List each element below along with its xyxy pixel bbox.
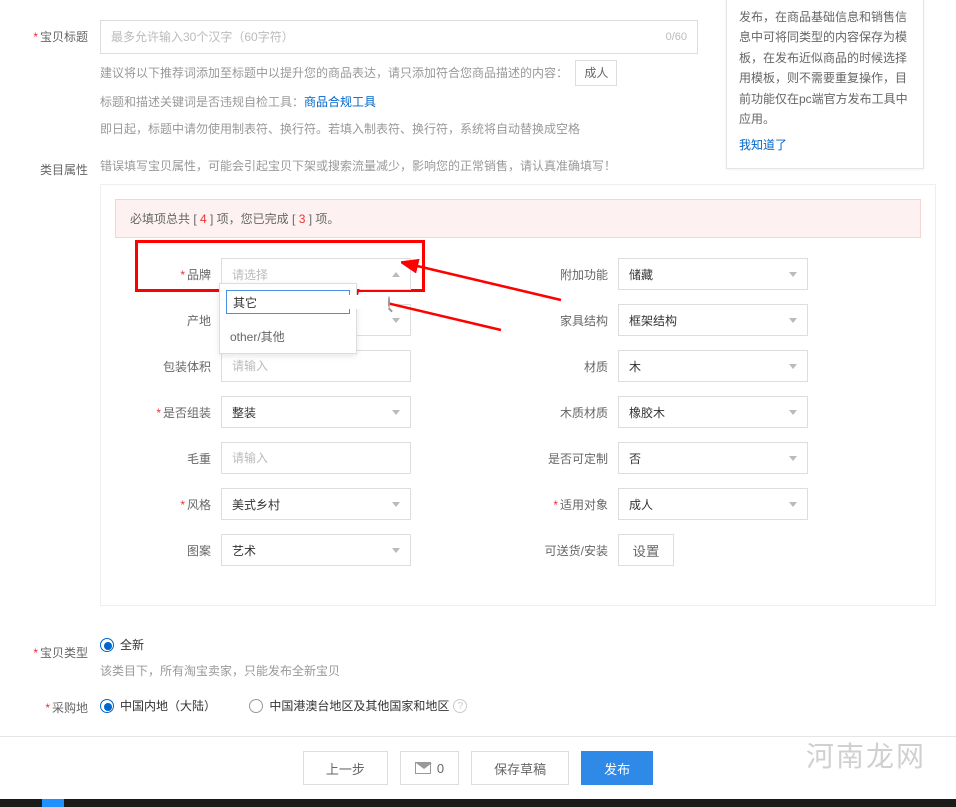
help-icon[interactable]: ? (453, 699, 467, 713)
info-panel-text: 发布，在商品基础信息和销售信息中可将同类型的内容保存为模板，在发布近似商品的时候… (739, 10, 908, 126)
chevron-up-icon (392, 272, 400, 277)
brand-label: *品牌 (121, 266, 221, 283)
compliance-tool-link[interactable]: 商品合规工具 (304, 95, 376, 109)
material-label: 材质 (518, 358, 618, 375)
chevron-down-icon (392, 410, 400, 415)
structure-label: 家具结构 (518, 312, 618, 329)
prev-step-button[interactable]: 上一步 (303, 751, 388, 785)
weight-input[interactable] (221, 442, 411, 474)
save-draft-button[interactable]: 保存草稿 (471, 751, 569, 785)
pattern-label: 图案 (121, 542, 221, 559)
message-count: 0 (437, 761, 444, 776)
chevron-down-icon (789, 456, 797, 461)
title-input-wrap[interactable]: 0/60 (100, 20, 698, 54)
weight-label: 毛重 (121, 450, 221, 467)
type-hint: 该类目下，所有淘宝卖家，只能发布全新宝贝 (100, 661, 936, 681)
origin-label: 产地 (121, 312, 221, 329)
loc-overseas-radio[interactable]: 中国港澳台地区及其他国家和地区 ? (249, 697, 467, 714)
suggested-keyword-tag[interactable]: 成人 (575, 60, 617, 86)
pack-vol-label: 包装体积 (121, 358, 221, 375)
taskbar (0, 799, 956, 807)
pattern-select[interactable]: 艺术 (221, 534, 411, 566)
pack-vol-input[interactable] (221, 350, 411, 382)
required-progress-bar: 必填项总共 [ 4 ] 项，您已完成 [ 3 ] 项。 (115, 199, 921, 238)
wood-select[interactable]: 橡胶木 (618, 396, 808, 428)
message-button[interactable]: 0 (400, 751, 459, 785)
chevron-down-icon (392, 548, 400, 553)
i-know-link[interactable]: 我知道了 (739, 135, 787, 155)
custom-label: 是否可定制 (518, 450, 618, 467)
style-select[interactable]: 美式乡村 (221, 488, 411, 520)
purchase-loc-label: *采购地 (20, 691, 100, 716)
loc-mainland-radio[interactable]: 中国内地（大陆） (100, 697, 216, 714)
taskbar-active-icon (42, 799, 64, 807)
item-type-label: *宝贝类型 (20, 636, 100, 681)
addon-select[interactable]: 储藏 (618, 258, 808, 290)
target-select[interactable]: 成人 (618, 488, 808, 520)
radio-icon (100, 699, 114, 713)
title-counter: 0/60 (666, 31, 687, 43)
chevron-down-icon (789, 318, 797, 323)
material-select[interactable]: 木 (618, 350, 808, 382)
radio-icon (249, 699, 263, 713)
publish-button[interactable]: 发布 (581, 751, 653, 785)
type-new-radio[interactable]: 全新 (100, 636, 144, 653)
target-label: *适用对象 (518, 496, 618, 513)
mail-icon (415, 762, 431, 774)
wood-label: 木质材质 (518, 404, 618, 421)
chevron-down-icon (392, 318, 400, 323)
title-label: *宝贝标题 (20, 20, 100, 139)
delivery-set-button[interactable]: 设置 (618, 534, 674, 566)
assembly-label: *是否组装 (121, 404, 221, 421)
assembly-select[interactable]: 整装 (221, 396, 411, 428)
structure-select[interactable]: 框架结构 (618, 304, 808, 336)
template-info-panel: 发布，在商品基础信息和销售信息中可将同类型的内容保存为模板，在发布近似商品的时候… (726, 0, 924, 169)
dropdown-search-input[interactable] (233, 295, 388, 309)
brand-dropdown: other/其他 (219, 283, 357, 354)
chevron-down-icon (789, 410, 797, 415)
attrs-box: 必填项总共 [ 4 ] 项，您已完成 [ 3 ] 项。 *品牌 请选择 (100, 184, 936, 606)
chevron-down-icon (392, 502, 400, 507)
chevron-down-icon (789, 364, 797, 369)
style-label: *风格 (121, 496, 221, 513)
dropdown-search-wrap[interactable] (226, 290, 350, 314)
delivery-label: 可送货/安装 (518, 542, 618, 559)
chevron-down-icon (789, 272, 797, 277)
addon-label: 附加功能 (518, 266, 618, 283)
radio-icon (100, 638, 114, 652)
chevron-down-icon (789, 502, 797, 507)
custom-select[interactable]: 否 (618, 442, 808, 474)
title-input[interactable] (111, 30, 666, 44)
dropdown-option-other[interactable]: other/其他 (220, 320, 356, 353)
category-attrs-label: 类目属性 (20, 153, 100, 606)
bottom-action-bar: 上一步 0 保存草稿 发布 (0, 736, 956, 799)
